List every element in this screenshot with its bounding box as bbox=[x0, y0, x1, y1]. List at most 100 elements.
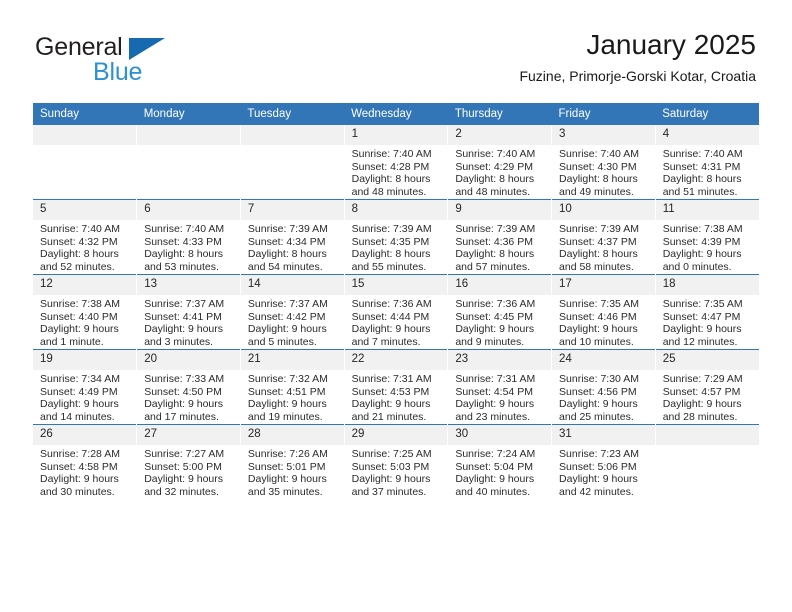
calendar-day-cell[interactable]: 21 Sunrise: 7:32 AM Sunset: 4:51 PM Dayligh… bbox=[240, 349, 345, 425]
sunset-text: Sunset: 5:00 PM bbox=[144, 460, 222, 473]
daylight-text-line2: and 32 minutes. bbox=[144, 486, 219, 499]
daylight-text-line2: and 30 minutes. bbox=[40, 486, 115, 499]
calendar-day-cell[interactable]: 18 Sunrise: 7:35 AM Sunset: 4:47 PM Dayligh… bbox=[655, 274, 759, 350]
calendar-day-cell[interactable]: 8 Sunrise: 7:39 AM Sunset: 4:35 PM Daylight… bbox=[344, 199, 449, 275]
daylight-text-line1: Daylight: 9 hours bbox=[662, 398, 742, 411]
sunset-text: Sunset: 4:28 PM bbox=[351, 160, 430, 173]
daylight-text-line2: and 9 minutes. bbox=[455, 336, 525, 349]
sunrise-text: Sunrise: 7:40 AM bbox=[455, 148, 536, 160]
calendar-day-cell[interactable]: 26 Sunrise: 7:28 AM Sunset: 4:58 PM Dayligh… bbox=[33, 424, 138, 499]
day-details: Sunrise: 7:40 AM Sunset: 4:32 PM Daylight:… bbox=[33, 220, 136, 274]
daylight-text-line1: Daylight: 8 hours bbox=[351, 173, 431, 186]
day-cell-inner: 27 Sunrise: 7:27 AM Sunset: 5:00 PM Dayligh… bbox=[137, 425, 240, 499]
day-cell-inner: 7 Sunrise: 7:39 AM Sunset: 4:34 PM Daylight… bbox=[240, 200, 344, 274]
day-cell-inner: 17 Sunrise: 7:35 AM Sunset: 4:46 PM Dayligh… bbox=[552, 275, 655, 349]
sunset-text: Sunset: 4:37 PM bbox=[559, 235, 637, 248]
calendar-day-cell[interactable]: 20 Sunrise: 7:33 AM Sunset: 4:50 PM Dayligh… bbox=[136, 349, 241, 425]
sunrise-text: Sunrise: 7:25 AM bbox=[351, 448, 432, 460]
daylight-text-line1: Daylight: 9 hours bbox=[351, 323, 431, 336]
day-cell-inner: 31 Sunrise: 7:23 AM Sunset: 5:06 PM Dayligh… bbox=[552, 425, 655, 499]
calendar-day-cell[interactable]: 27 Sunrise: 7:27 AM Sunset: 5:00 PM Dayligh… bbox=[136, 424, 241, 499]
calendar-day-cell[interactable]: 15 Sunrise: 7:36 AM Sunset: 4:44 PM Dayligh… bbox=[344, 274, 449, 350]
daylight-text-line2: and 54 minutes. bbox=[247, 261, 323, 274]
day-cell-inner: 14 Sunrise: 7:37 AM Sunset: 4:42 PM Dayligh… bbox=[240, 275, 344, 349]
day-number: 22 bbox=[344, 350, 448, 370]
calendar-day-cell[interactable]: 24 Sunrise: 7:30 AM Sunset: 4:56 PM Dayligh… bbox=[551, 349, 656, 425]
calendar-day-cell[interactable]: 28 Sunrise: 7:26 AM Sunset: 5:01 PM Dayligh… bbox=[240, 424, 345, 499]
daylight-text-line1: Daylight: 8 hours bbox=[662, 173, 742, 186]
day-cell-inner: 24 Sunrise: 7:30 AM Sunset: 4:56 PM Dayligh… bbox=[552, 350, 655, 424]
daylight-text-line1: Daylight: 9 hours bbox=[247, 473, 327, 486]
sunrise-text: Sunrise: 7:26 AM bbox=[247, 448, 328, 460]
day-cell-inner: 10 Sunrise: 7:39 AM Sunset: 4:37 PM Dayligh… bbox=[552, 200, 655, 274]
daylight-text-line1: Daylight: 9 hours bbox=[144, 398, 223, 411]
calendar-day-cell[interactable]: 7 Sunrise: 7:39 AM Sunset: 4:34 PM Daylight… bbox=[240, 199, 345, 275]
calendar-day-cell[interactable]: 10 Sunrise: 7:39 AM Sunset: 4:37 PM Dayligh… bbox=[551, 199, 656, 275]
calendar-day-cell[interactable]: 1 Sunrise: 7:40 AM Sunset: 4:28 PM Daylight… bbox=[344, 125, 449, 200]
day-number: 28 bbox=[240, 425, 344, 445]
calendar-day-cell[interactable]: 17 Sunrise: 7:35 AM Sunset: 4:46 PM Dayligh… bbox=[551, 274, 656, 350]
day-cell-inner: 19 Sunrise: 7:34 AM Sunset: 4:49 PM Dayligh… bbox=[33, 350, 137, 424]
daylight-text-line2: and 35 minutes. bbox=[247, 486, 323, 499]
day-number: 4 bbox=[655, 125, 759, 145]
calendar-day-cell[interactable]: 2 Sunrise: 7:40 AM Sunset: 4:29 PM Daylight… bbox=[447, 125, 553, 200]
daylight-text-line2: and 52 minutes. bbox=[40, 261, 115, 274]
calendar-day-cell[interactable]: 11 Sunrise: 7:38 AM Sunset: 4:39 PM Dayligh… bbox=[655, 199, 759, 275]
daylight-text-line1: Daylight: 9 hours bbox=[559, 398, 638, 411]
day-cell-inner: 29 Sunrise: 7:25 AM Sunset: 5:03 PM Dayligh… bbox=[344, 425, 448, 499]
calendar-page: General Blue January 2025 Fuzine, Primor… bbox=[0, 0, 792, 612]
day-details: Sunrise: 7:39 AM Sunset: 4:36 PM Daylight:… bbox=[448, 220, 551, 274]
sunset-text: Sunset: 4:51 PM bbox=[247, 385, 326, 398]
calendar-day-cell[interactable]: 22 Sunrise: 7:31 AM Sunset: 4:53 PM Dayligh… bbox=[344, 349, 449, 425]
day-cell-inner: 30 Sunrise: 7:24 AM Sunset: 5:04 PM Dayligh… bbox=[448, 425, 552, 499]
calendar-day-cell[interactable]: 16 Sunrise: 7:36 AM Sunset: 4:45 PM Dayligh… bbox=[447, 274, 553, 350]
calendar-day-cell[interactable]: 19 Sunrise: 7:34 AM Sunset: 4:49 PM Dayligh… bbox=[33, 349, 138, 425]
sunset-text: Sunset: 4:39 PM bbox=[662, 235, 741, 248]
day-details: Sunrise: 7:31 AM Sunset: 4:54 PM Daylight:… bbox=[448, 370, 551, 424]
calendar-day-cell[interactable]: 9 Sunrise: 7:39 AM Sunset: 4:36 PM Daylight… bbox=[447, 199, 553, 275]
daylight-text-line1: Daylight: 9 hours bbox=[455, 473, 535, 486]
daylight-text-line2: and 55 minutes. bbox=[351, 261, 427, 274]
day-number: 6 bbox=[137, 200, 240, 220]
day-cell-inner bbox=[33, 125, 137, 199]
day-number: 25 bbox=[655, 350, 759, 370]
sunset-text: Sunset: 4:49 PM bbox=[40, 385, 118, 398]
calendar-day-cell[interactable]: 5 Sunrise: 7:40 AM Sunset: 4:32 PM Daylight… bbox=[33, 199, 138, 275]
sunset-text: Sunset: 5:04 PM bbox=[455, 460, 533, 473]
sunset-text: Sunset: 4:32 PM bbox=[40, 235, 118, 248]
daylight-text-line2: and 42 minutes. bbox=[559, 486, 634, 499]
day-cell-inner: 11 Sunrise: 7:38 AM Sunset: 4:39 PM Dayligh… bbox=[655, 200, 759, 274]
daylight-text-line1: Daylight: 9 hours bbox=[40, 398, 119, 411]
day-details: Sunrise: 7:38 AM Sunset: 4:40 PM Daylight:… bbox=[33, 295, 136, 349]
calendar-day-cell[interactable]: 23 Sunrise: 7:31 AM Sunset: 4:54 PM Dayligh… bbox=[447, 349, 553, 425]
calendar-day-cell[interactable]: 12 Sunrise: 7:38 AM Sunset: 4:40 PM Dayligh… bbox=[33, 274, 138, 350]
day-details: Sunrise: 7:24 AM Sunset: 5:04 PM Daylight:… bbox=[448, 445, 551, 499]
calendar-day-cell[interactable]: 13 Sunrise: 7:37 AM Sunset: 4:41 PM Dayligh… bbox=[136, 274, 241, 350]
calendar-day-cell[interactable]: 3 Sunrise: 7:40 AM Sunset: 4:30 PM Daylight… bbox=[551, 125, 656, 200]
calendar-day-cell[interactable]: 29 Sunrise: 7:25 AM Sunset: 5:03 PM Dayligh… bbox=[344, 424, 449, 499]
weekday-header-friday: Friday bbox=[551, 103, 656, 125]
day-details: Sunrise: 7:36 AM Sunset: 4:44 PM Daylight:… bbox=[345, 295, 448, 349]
calendar-day-cell[interactable]: 6 Sunrise: 7:40 AM Sunset: 4:33 PM Daylight… bbox=[136, 199, 241, 275]
daylight-text-line1: Daylight: 9 hours bbox=[351, 398, 431, 411]
sunrise-text: Sunrise: 7:39 AM bbox=[559, 223, 639, 235]
daylight-text-line2: and 5 minutes. bbox=[247, 336, 317, 349]
logo-text-blue: Blue bbox=[93, 58, 143, 86]
weekday-header-sunday: Sunday bbox=[33, 103, 137, 125]
calendar-day-cell[interactable]: 25 Sunrise: 7:29 AM Sunset: 4:57 PM Dayligh… bbox=[655, 349, 759, 425]
daylight-text-line1: Daylight: 9 hours bbox=[351, 473, 431, 486]
calendar-day-cell[interactable]: 31 Sunrise: 7:23 AM Sunset: 5:06 PM Dayligh… bbox=[551, 424, 656, 499]
daylight-text-line2: and 10 minutes. bbox=[559, 336, 634, 349]
day-cell-inner: 2 Sunrise: 7:40 AM Sunset: 4:29 PM Daylight… bbox=[448, 125, 552, 199]
sunrise-text: Sunrise: 7:34 AM bbox=[40, 373, 120, 385]
sunset-text: Sunset: 4:31 PM bbox=[662, 160, 741, 173]
day-details: Sunrise: 7:23 AM Sunset: 5:06 PM Daylight:… bbox=[552, 445, 655, 499]
calendar-day-cell[interactable]: 4 Sunrise: 7:40 AM Sunset: 4:31 PM Daylight… bbox=[655, 125, 759, 200]
sunrise-text: Sunrise: 7:37 AM bbox=[144, 298, 225, 310]
calendar-day-cell[interactable]: 30 Sunrise: 7:24 AM Sunset: 5:04 PM Dayligh… bbox=[447, 424, 553, 499]
calendar-day-cell[interactable]: 14 Sunrise: 7:37 AM Sunset: 4:42 PM Dayligh… bbox=[240, 274, 345, 350]
daylight-text-line2: and 40 minutes. bbox=[455, 486, 531, 499]
day-cell-inner: 6 Sunrise: 7:40 AM Sunset: 4:33 PM Daylight… bbox=[137, 200, 240, 274]
sunset-text: Sunset: 4:44 PM bbox=[351, 310, 430, 323]
general-blue-logo: General Blue bbox=[35, 34, 275, 90]
